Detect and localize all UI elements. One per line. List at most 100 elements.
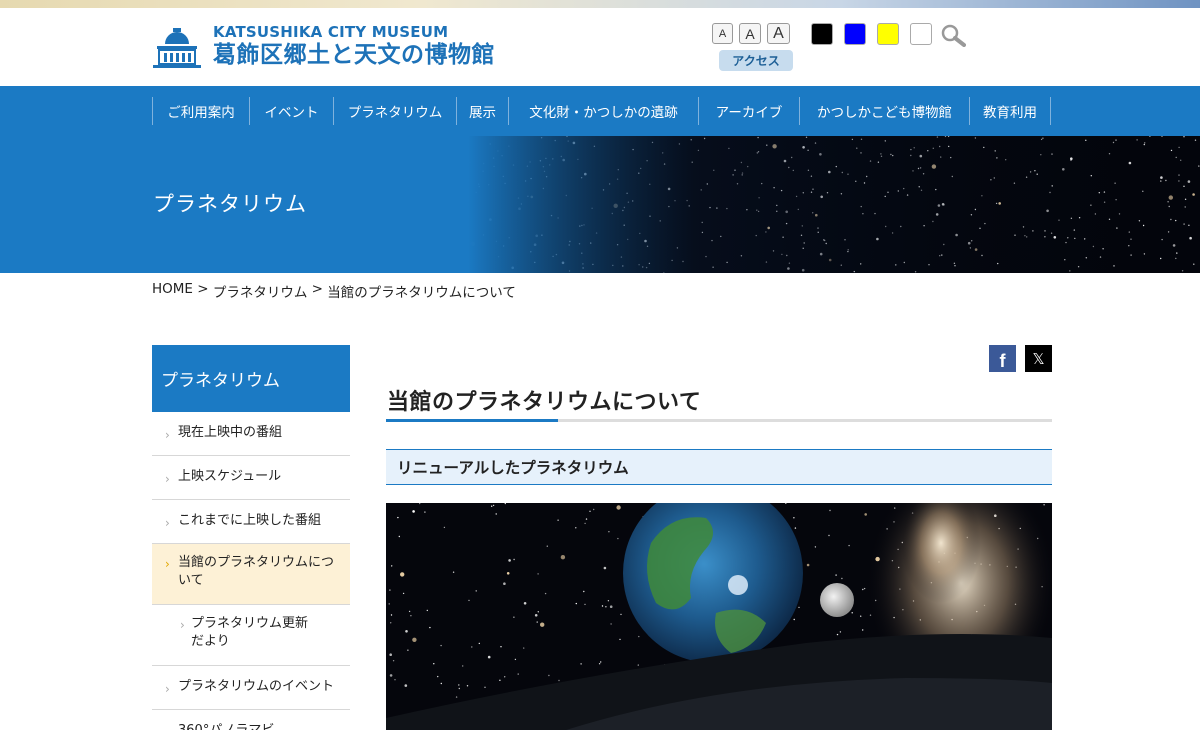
- chevron-right-icon: ›: [165, 428, 170, 442]
- nav-item-archive[interactable]: アーカイブ: [698, 97, 799, 125]
- color-white-button[interactable]: [910, 23, 932, 45]
- museum-building-icon: [153, 28, 201, 68]
- star: [610, 623, 612, 625]
- nav-item-kids-museum[interactable]: かつしかこども博物館: [799, 97, 969, 125]
- sidebar-item-schedule[interactable]: › 上映スケジュール: [152, 456, 350, 500]
- star: [544, 592, 547, 595]
- star: [389, 674, 393, 677]
- star: [389, 589, 391, 591]
- color-black-button[interactable]: [811, 23, 833, 45]
- nav-item-planetarium[interactable]: プラネタリウム: [333, 97, 456, 125]
- star: [504, 503, 506, 505]
- star: [491, 505, 493, 507]
- sidebar-item-past-programs[interactable]: › これまでに上映した番組: [152, 500, 350, 544]
- sidebar-item-label: これまでに上映した番組: [178, 513, 322, 528]
- font-size-small-button[interactable]: A: [712, 23, 733, 44]
- star: [863, 587, 866, 590]
- star: [471, 646, 473, 648]
- star: [793, 618, 795, 621]
- breadcrumb: HOME > プラネタリウム > 当館のプラネタリウムについて: [152, 281, 516, 301]
- search-icon[interactable]: [940, 23, 966, 47]
- site-logo[interactable]: KATSUSHIKA CITY MUSEUM 葛飾区郷土と天文の博物館: [151, 22, 495, 70]
- star: [598, 663, 601, 665]
- star: [806, 563, 810, 567]
- sidebar-subitem-updates[interactable]: › プラネタリウム更新だより: [152, 605, 350, 666]
- star: [389, 653, 392, 656]
- chevron-right-icon: ›: [165, 472, 170, 486]
- facebook-share-button[interactable]: f: [989, 345, 1016, 372]
- star: [607, 600, 610, 602]
- star: [402, 592, 405, 595]
- star: [514, 658, 517, 661]
- x-share-button[interactable]: 𝕏: [1025, 345, 1052, 372]
- sidebar-item-planetarium-events[interactable]: › プラネタリウムのイベント: [152, 666, 350, 710]
- nav-item-education[interactable]: 教育利用: [969, 97, 1051, 125]
- star: [440, 682, 442, 685]
- star: [513, 558, 515, 561]
- color-yellow-button[interactable]: [877, 23, 899, 45]
- star: [835, 574, 837, 576]
- star: [499, 679, 501, 681]
- color-theme-controls: [811, 23, 932, 45]
- star: [537, 611, 539, 613]
- star: [862, 588, 864, 591]
- star: [466, 685, 469, 687]
- star: [487, 655, 491, 659]
- nav-item-guide[interactable]: ご利用案内: [152, 97, 249, 125]
- star: [495, 513, 497, 515]
- nav-item-events[interactable]: イベント: [249, 97, 333, 125]
- star: [798, 606, 800, 609]
- access-button[interactable]: アクセス: [719, 50, 793, 71]
- star: [794, 527, 797, 529]
- breadcrumb-home[interactable]: HOME: [152, 281, 193, 301]
- star: [390, 622, 392, 624]
- star: [390, 614, 393, 616]
- font-size-medium-button[interactable]: A: [739, 23, 761, 44]
- star: [600, 661, 602, 663]
- star: [462, 665, 464, 667]
- star: [392, 660, 395, 662]
- sidebar: プラネタリウム › 現在上映中の番組 › 上映スケジュール › これまでに上映し…: [152, 345, 350, 730]
- star: [546, 545, 548, 547]
- global-nav: ご利用案内 イベント プラネタリウム 展示 文化財・かつしかの遺跡 アーカイブ …: [0, 86, 1200, 136]
- star: [443, 526, 446, 529]
- star: [580, 663, 582, 665]
- star: [534, 614, 538, 617]
- star: [397, 516, 399, 519]
- star: [1043, 504, 1045, 506]
- chevron-right-icon: ›: [165, 724, 170, 730]
- logo-japanese: 葛飾区郷土と天文の博物館: [213, 42, 495, 68]
- sidebar-item-panorama[interactable]: › 360°パノラマビ: [152, 710, 350, 730]
- x-icon: 𝕏: [1032, 350, 1045, 368]
- breadcrumb-current: 当館のプラネタリウムについて: [327, 285, 516, 301]
- star: [828, 534, 830, 537]
- font-size-large-button[interactable]: A: [767, 23, 790, 44]
- top-gradient-strip: [0, 0, 1200, 8]
- page-title: 当館のプラネタリウムについて: [387, 390, 702, 415]
- star: [619, 638, 621, 641]
- star: [410, 615, 412, 617]
- star: [523, 647, 525, 649]
- star: [583, 590, 585, 593]
- hero-title: プラネタリウム: [153, 192, 307, 216]
- logo-english: KATSUSHIKA CITY MUSEUM: [213, 23, 449, 41]
- star: [601, 605, 604, 607]
- sidebar-item-now-showing[interactable]: › 現在上映中の番組: [152, 412, 350, 456]
- star: [475, 590, 477, 592]
- star: [575, 602, 577, 605]
- color-blue-button[interactable]: [844, 23, 866, 45]
- star: [839, 631, 842, 633]
- star: [433, 663, 435, 665]
- sidebar-item-about-planetarium[interactable]: › 当館のプラネタリウムについて: [152, 544, 350, 605]
- star: [616, 505, 621, 510]
- star: [468, 599, 470, 602]
- star: [429, 626, 431, 629]
- sidebar-item-label: 当館のプラネタリウムについて: [178, 555, 335, 588]
- facebook-icon: f: [999, 351, 1006, 371]
- star: [407, 649, 409, 651]
- nav-item-exhibition[interactable]: 展示: [456, 97, 508, 125]
- breadcrumb-planetarium[interactable]: プラネタリウム: [213, 281, 308, 301]
- nav-item-cultural-heritage[interactable]: 文化財・かつしかの遺跡: [508, 97, 698, 125]
- sidebar-heading[interactable]: プラネタリウム: [152, 345, 350, 412]
- star: [814, 546, 817, 548]
